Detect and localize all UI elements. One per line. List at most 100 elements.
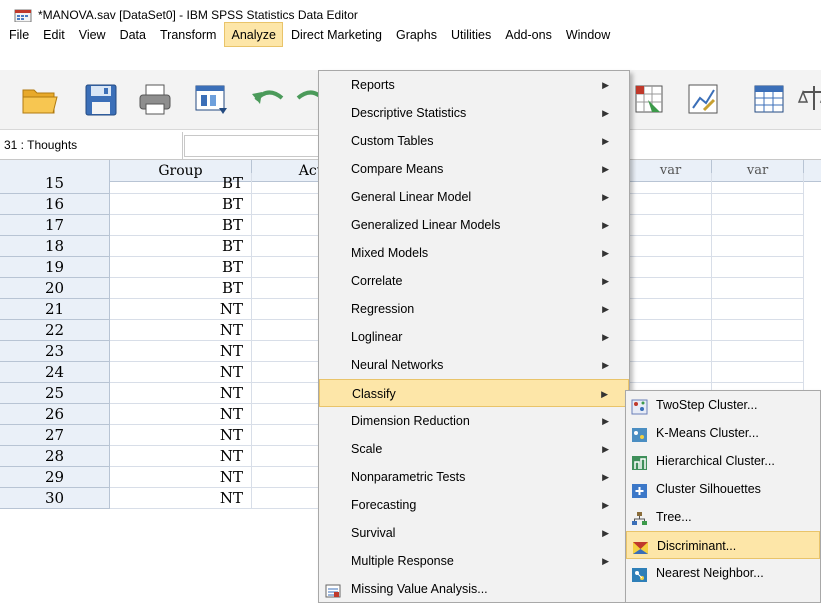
menu-utilities[interactable]: Utilities <box>445 22 497 47</box>
var-cell[interactable] <box>712 215 804 236</box>
group-cell[interactable]: NT <box>110 467 252 488</box>
group-cell[interactable]: BT <box>110 215 252 236</box>
menu-view[interactable]: View <box>73 22 112 47</box>
submenu-item-nearest-neighbor[interactable]: Nearest Neighbor... <box>626 559 820 587</box>
submenu-item-twostep-cluster[interactable]: TwoStep Cluster... <box>626 391 820 419</box>
row-number[interactable]: 25 <box>0 383 110 404</box>
menu-direct-marketing[interactable]: Direct Marketing <box>285 22 388 47</box>
menu-item-general-linear-model[interactable]: General Linear Model ▶ <box>319 183 629 211</box>
menu-add-ons[interactable]: Add-ons <box>499 22 558 47</box>
group-cell[interactable]: BT <box>110 236 252 257</box>
var-cell[interactable] <box>712 320 804 341</box>
submenu-item-k-means-cluster[interactable]: K-Means Cluster... <box>626 419 820 447</box>
group-cell[interactable]: BT <box>110 278 252 299</box>
menu-analyze[interactable]: Analyze <box>224 22 283 47</box>
menu-file[interactable]: File <box>3 22 35 47</box>
menu-item-nonparametric-tests[interactable]: Nonparametric Tests ▶ <box>319 463 629 491</box>
row-number[interactable]: 27 <box>0 425 110 446</box>
group-cell[interactable]: BT <box>110 257 252 278</box>
group-cell[interactable]: NT <box>110 404 252 425</box>
var-cell[interactable] <box>630 278 712 299</box>
row-number[interactable]: 23 <box>0 341 110 362</box>
submenu-item-cluster-silhouettes[interactable]: Cluster Silhouettes <box>626 475 820 503</box>
var-cell[interactable] <box>712 194 804 215</box>
row-number[interactable]: 26 <box>0 404 110 425</box>
row-number[interactable]: 24 <box>0 362 110 383</box>
redo-icon[interactable] <box>292 82 318 120</box>
group-cell[interactable]: NT <box>110 362 252 383</box>
save-icon[interactable] <box>82 80 120 118</box>
submenu-item-discriminant[interactable]: Discriminant... <box>626 531 820 559</box>
menu-item-forecasting[interactable]: Forecasting ▶ <box>319 491 629 519</box>
scale-icon[interactable] <box>795 80 821 118</box>
var-cell[interactable] <box>630 215 712 236</box>
var-cell[interactable] <box>712 299 804 320</box>
var-cell[interactable] <box>712 173 804 194</box>
dialog-recall-icon[interactable] <box>192 80 230 118</box>
menu-edit[interactable]: Edit <box>37 22 71 47</box>
group-cell[interactable]: BT <box>110 173 252 194</box>
var-cell[interactable] <box>630 320 712 341</box>
var-cell[interactable] <box>630 299 712 320</box>
group-cell[interactable]: NT <box>110 320 252 341</box>
menu-item-missing-value-analysis[interactable]: Missing Value Analysis... <box>319 575 629 603</box>
menu-transform[interactable]: Transform <box>154 22 223 47</box>
var-cell[interactable] <box>630 362 712 383</box>
row-number[interactable]: 29 <box>0 467 110 488</box>
menu-graphs[interactable]: Graphs <box>390 22 443 47</box>
submenu-item-hierarchical-cluster[interactable]: Hierarchical Cluster... <box>626 447 820 475</box>
menu-item-mixed-models[interactable]: Mixed Models ▶ <box>319 239 629 267</box>
var-cell[interactable] <box>630 173 712 194</box>
var-cell[interactable] <box>630 341 712 362</box>
row-number[interactable]: 21 <box>0 299 110 320</box>
menu-item-neural-networks[interactable]: Neural Networks ▶ <box>319 351 629 379</box>
menu-item-scale[interactable]: Scale ▶ <box>319 435 629 463</box>
row-number[interactable]: 18 <box>0 236 110 257</box>
menu-window[interactable]: Window <box>560 22 616 47</box>
chart-builder-icon[interactable] <box>684 80 722 118</box>
var-cell[interactable] <box>630 257 712 278</box>
var-cell[interactable] <box>712 257 804 278</box>
row-number[interactable]: 22 <box>0 320 110 341</box>
menu-item-reports[interactable]: Reports ▶ <box>319 71 629 99</box>
var-cell[interactable] <box>630 194 712 215</box>
column-header-empty[interactable] <box>804 160 821 182</box>
row-number[interactable]: 19 <box>0 257 110 278</box>
undo-icon[interactable] <box>250 82 288 120</box>
menu-item-classify[interactable]: Classify ▶ <box>319 379 629 407</box>
group-cell[interactable]: NT <box>110 446 252 467</box>
group-cell[interactable]: BT <box>110 194 252 215</box>
pivot-icon[interactable] <box>630 80 668 118</box>
group-cell[interactable]: NT <box>110 341 252 362</box>
var-cell[interactable] <box>712 341 804 362</box>
var-cell[interactable] <box>712 278 804 299</box>
group-cell[interactable]: NT <box>110 299 252 320</box>
row-number[interactable]: 28 <box>0 446 110 467</box>
menu-item-regression[interactable]: Regression ▶ <box>319 295 629 323</box>
group-cell[interactable]: NT <box>110 425 252 446</box>
menu-item-descriptive-statistics[interactable]: Descriptive Statistics ▶ <box>319 99 629 127</box>
cell-value-input[interactable] <box>184 135 324 157</box>
menu-item-generalized-linear-models[interactable]: Generalized Linear Models ▶ <box>319 211 629 239</box>
table-icon[interactable] <box>750 80 788 118</box>
group-cell[interactable]: NT <box>110 488 252 509</box>
var-cell[interactable] <box>630 236 712 257</box>
menu-item-compare-means[interactable]: Compare Means ▶ <box>319 155 629 183</box>
row-number[interactable]: 16 <box>0 194 110 215</box>
row-number[interactable]: 15 <box>0 173 110 194</box>
row-number[interactable]: 30 <box>0 488 110 509</box>
group-cell[interactable]: NT <box>110 383 252 404</box>
menu-item-survival[interactable]: Survival ▶ <box>319 519 629 547</box>
row-number[interactable]: 17 <box>0 215 110 236</box>
print-icon[interactable] <box>136 80 174 118</box>
submenu-item-tree[interactable]: Tree... <box>626 503 820 531</box>
menu-item-loglinear[interactable]: Loglinear ▶ <box>319 323 629 351</box>
open-icon[interactable] <box>20 80 58 118</box>
menu-item-multiple-response[interactable]: Multiple Response ▶ <box>319 547 629 575</box>
row-number[interactable]: 20 <box>0 278 110 299</box>
menu-item-custom-tables[interactable]: Custom Tables ▶ <box>319 127 629 155</box>
var-cell[interactable] <box>712 236 804 257</box>
menu-item-dimension-reduction[interactable]: Dimension Reduction ▶ <box>319 407 629 435</box>
menu-item-correlate[interactable]: Correlate ▶ <box>319 267 629 295</box>
menu-data[interactable]: Data <box>114 22 152 47</box>
